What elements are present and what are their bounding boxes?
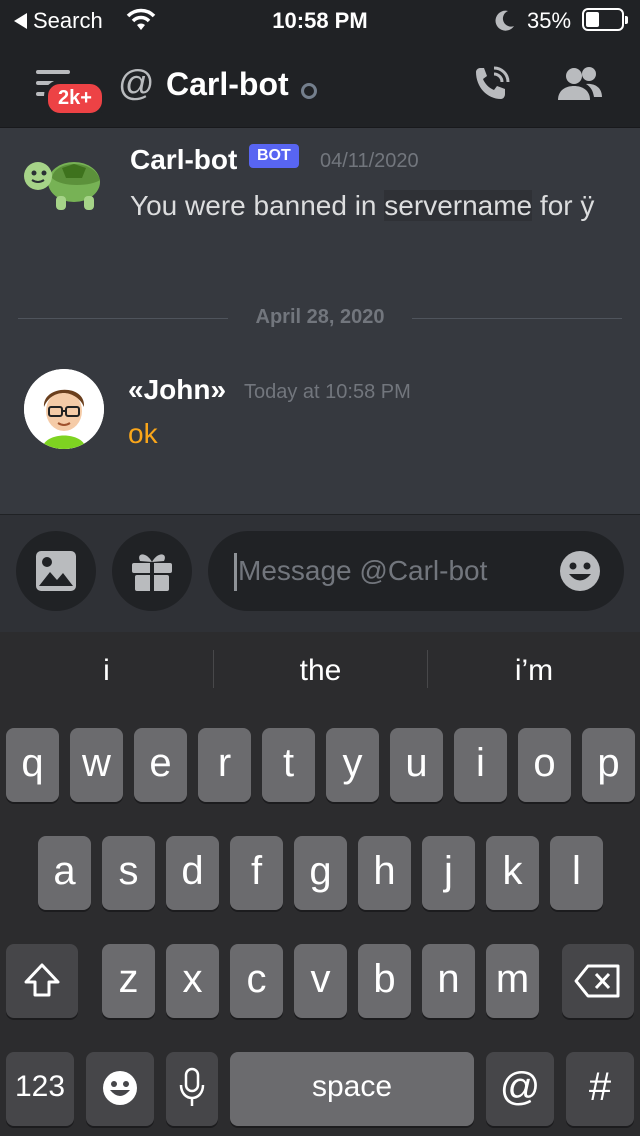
message-text: You were banned in servername for ÿ	[130, 190, 595, 221]
image-upload-button[interactable]	[16, 531, 96, 611]
key-i[interactable]: i	[454, 728, 507, 802]
key-f[interactable]: f	[230, 836, 283, 910]
at-icon: @	[118, 62, 155, 103]
key-z[interactable]: z	[102, 944, 155, 1018]
mic-key[interactable]	[166, 1052, 218, 1126]
shift-icon	[24, 963, 60, 997]
avatar[interactable]	[24, 369, 104, 449]
gift-icon	[132, 554, 172, 591]
suggestion-1[interactable]: i	[0, 654, 213, 688]
key-d[interactable]: d	[166, 836, 219, 910]
image-icon	[36, 551, 76, 591]
shift-key[interactable]	[6, 944, 78, 1018]
message-author[interactable]: Carl-bot	[130, 144, 237, 176]
turtle-avatar[interactable]	[22, 148, 106, 214]
suggestion-3[interactable]: i’m	[428, 654, 640, 688]
people-icon[interactable]	[556, 64, 604, 106]
mic-icon	[179, 1067, 205, 1106]
server-name: servername	[384, 190, 533, 221]
key-s[interactable]: s	[102, 836, 155, 910]
message-author[interactable]: «John»	[128, 374, 226, 406]
emoji-key-icon	[103, 1071, 137, 1105]
key-u[interactable]: u	[390, 728, 443, 802]
unread-badge: 2k+	[44, 80, 106, 117]
key-l[interactable]: l	[550, 836, 603, 910]
moon-icon	[495, 10, 514, 31]
call-icon[interactable]	[470, 64, 512, 106]
space-key[interactable]: space	[230, 1052, 474, 1126]
message-input-container[interactable]	[208, 531, 624, 611]
bot-tag: BOT	[249, 144, 299, 168]
key-a[interactable]: a	[38, 836, 91, 910]
key-c[interactable]: c	[230, 944, 283, 1018]
date-divider: April 28, 2020	[18, 304, 622, 334]
key-y[interactable]: y	[326, 728, 379, 802]
emoji-key[interactable]	[86, 1052, 154, 1126]
key-k[interactable]: k	[486, 836, 539, 910]
offline-status-icon	[301, 83, 317, 99]
key-b[interactable]: b	[358, 944, 411, 1018]
message-timestamp: Today at 10:58 PM	[244, 381, 411, 403]
message-text: ok	[128, 418, 158, 449]
key-q[interactable]: q	[6, 728, 59, 802]
message-timestamp: 04/11/2020	[320, 150, 419, 172]
delete-key[interactable]	[562, 944, 634, 1018]
key-w[interactable]: w	[70, 728, 123, 802]
message-composer	[0, 514, 640, 632]
message-list[interactable]: Carl-bot BOT 04/11/2020 You were banned …	[0, 128, 640, 514]
key-t[interactable]: t	[262, 728, 315, 802]
channel-header: 2k+ @ Carl-bot	[0, 40, 640, 128]
emoji-icon[interactable]	[558, 549, 602, 593]
text-caret	[234, 553, 237, 591]
key-o[interactable]: o	[518, 728, 571, 802]
channel-title[interactable]: Carl-bot	[166, 66, 289, 103]
key-n[interactable]: n	[422, 944, 475, 1018]
keyboard: i the i’m q w e r t y u i o p a s d f g …	[0, 632, 640, 1136]
numbers-key[interactable]: 123	[6, 1052, 74, 1126]
key-r[interactable]: r	[198, 728, 251, 802]
key-h[interactable]: h	[358, 836, 411, 910]
key-e[interactable]: e	[134, 728, 187, 802]
key-x[interactable]: x	[166, 944, 219, 1018]
key-p[interactable]: p	[582, 728, 635, 802]
hash-key[interactable]: #	[566, 1052, 634, 1126]
key-m[interactable]: m	[486, 944, 539, 1018]
suggestion-bar: i the i’m	[0, 632, 640, 712]
at-key[interactable]: @	[486, 1052, 554, 1126]
battery-icon	[582, 8, 628, 31]
key-v[interactable]: v	[294, 944, 347, 1018]
key-j[interactable]: j	[422, 836, 475, 910]
battery-percent: 35%	[527, 8, 572, 33]
suggestion-2[interactable]: the	[214, 654, 427, 688]
delete-icon	[574, 964, 620, 998]
message-input[interactable]	[238, 551, 558, 591]
gift-button[interactable]	[112, 531, 192, 611]
key-g[interactable]: g	[294, 836, 347, 910]
status-bar: Search 10:58 PM 35%	[0, 0, 640, 40]
